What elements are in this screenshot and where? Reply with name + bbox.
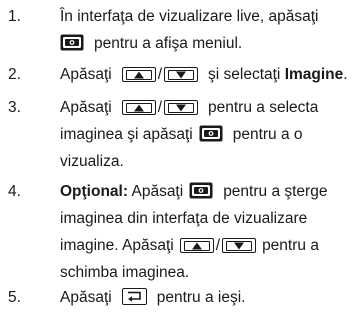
step-line: Apăsaţi / pentru a selecta [60, 94, 350, 121]
step-text-fragment: Apăsaţi [131, 183, 184, 200]
step-text: Opţional: Apăsaţi pentru a şterge imagin… [60, 178, 350, 286]
step-line: Opţional: Apăsaţi pentru a şterge [60, 178, 350, 205]
step-line: imagine. Apăsaţi / pentru a [60, 232, 350, 259]
step-text-fragment: pentru a [262, 237, 319, 254]
camera-menu-icon [199, 124, 223, 142]
step-text-fragment: pentru a afişa meniul. [94, 35, 243, 52]
step-line: imaginea din interfaţa de vizualizare [60, 210, 308, 227]
step-text-fragment: imagine. Apăsaţi [60, 237, 174, 254]
slash-separator: / [157, 99, 163, 116]
slash-separator: / [157, 66, 163, 83]
step-text-fragment: imaginea şi apăsaţi [60, 126, 193, 143]
down-arrow-key-icon [164, 67, 199, 82]
step-line: Apăsaţi / şi selectaţi Imagine. [60, 61, 350, 88]
step-text-fragment: pentru a ieşi. [156, 289, 246, 306]
step-line: pentru a afişa meniul. [60, 30, 350, 57]
step-number: 4. [8, 183, 21, 200]
step-text-fragment: şi selectaţi [208, 66, 281, 83]
step-text: Apăsaţi pentru a ieşi. [60, 284, 350, 311]
step-text: Apăsaţi / pentru a selecta imaginea şi apă… [60, 94, 350, 175]
step-text-fragment: pentru a selecta [208, 99, 319, 116]
step-number: 3. [8, 99, 21, 116]
down-arrow-key-icon [164, 100, 199, 115]
up-arrow-key-icon [121, 67, 156, 82]
step-text-fragment: pentru a şterge [223, 183, 328, 200]
camera-menu-icon [189, 181, 213, 199]
slash-separator: / [215, 237, 221, 254]
punctuation: . [343, 66, 348, 83]
camera-menu-icon [60, 33, 84, 51]
step-number: 2. [8, 66, 21, 83]
back-key-icon [121, 288, 147, 305]
down-arrow-key-icon [222, 238, 257, 253]
step-line: Apăsaţi pentru a ieşi. [60, 284, 350, 311]
step-number: 1. [8, 8, 21, 25]
step-text-fragment: Apăsaţi [60, 99, 112, 116]
step-text-fragment: Apăsaţi [60, 66, 112, 83]
step-text: Apăsaţi / şi selectaţi Imagine. [60, 61, 350, 88]
step-text: În interfaţa de vizualizare live, apăsaţ… [60, 3, 350, 57]
step-line: În interfaţa de vizualizare live, apăsaţ… [60, 8, 319, 25]
optional-label: Opţional: [60, 183, 129, 200]
up-arrow-key-icon [179, 238, 214, 253]
step-text-fragment: Apăsaţi [60, 289, 112, 306]
instruction-steps: 1. În interfaţa de vizualizare live, apă… [0, 0, 360, 314]
menu-item-name: Imagine [284, 66, 344, 83]
step-text-fragment: pentru a o [232, 126, 303, 143]
up-arrow-key-icon [121, 100, 156, 115]
step-line: vizualiza. [60, 153, 124, 170]
step-line: imaginea şi apăsaţi pentru a o [60, 121, 350, 148]
step-number: 5. [8, 289, 21, 306]
step-line: schimba imaginea. [60, 264, 190, 281]
